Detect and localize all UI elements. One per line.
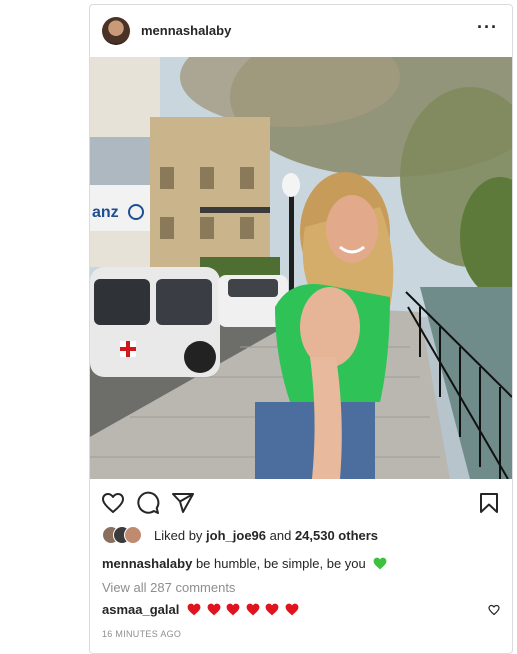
comment-row: asmaa_galal (102, 602, 301, 619)
post-card: mennashalaby ··· anz Liked by joh_joe96 … (89, 4, 513, 654)
likes-prefix: Liked by (154, 528, 207, 543)
heart-outline-icon[interactable] (101, 491, 125, 515)
caption-text: be humble, be simple, be you (192, 556, 366, 571)
likes-row: Liked by joh_joe96 and 24,530 others (102, 526, 502, 544)
post-header: mennashalaby ··· (90, 5, 512, 57)
building-sign: anz (92, 204, 119, 221)
caption-username[interactable]: mennashalaby (102, 556, 192, 571)
avatar (124, 526, 142, 544)
more-options-icon[interactable]: ··· (477, 18, 498, 36)
likes-count[interactable]: 24,530 others (295, 528, 378, 543)
red-heart-icon (226, 603, 240, 619)
liker-username[interactable]: joh_joe96 (206, 528, 266, 543)
view-all-comments-link[interactable]: View all 287 comments (102, 580, 235, 595)
likes-and: and (266, 528, 295, 543)
red-heart-icon (285, 603, 299, 619)
post-username[interactable]: mennashalaby (141, 23, 231, 38)
comment-like-heart-icon[interactable] (488, 603, 500, 616)
liker-avatars[interactable] (102, 526, 150, 544)
speech-bubble-icon[interactable] (136, 491, 160, 515)
post-photo[interactable]: anz (90, 57, 512, 479)
action-bar (90, 479, 512, 525)
comment-username[interactable]: asmaa_galal (102, 602, 179, 617)
red-heart-icon (246, 603, 260, 619)
comment-hearts (187, 603, 301, 619)
red-heart-icon (207, 603, 221, 619)
green-heart-icon (373, 557, 387, 573)
avatar[interactable] (102, 17, 130, 45)
caption: mennashalaby be humble, be simple, be yo… (102, 556, 387, 573)
post-timestamp[interactable]: 16 MINUTES AGO (102, 629, 181, 639)
red-heart-icon (265, 603, 279, 619)
bookmark-icon[interactable] (477, 491, 501, 515)
likes-text: Liked by joh_joe96 and 24,530 others (154, 528, 378, 543)
red-heart-icon (187, 603, 201, 619)
paper-plane-icon[interactable] (171, 491, 195, 515)
